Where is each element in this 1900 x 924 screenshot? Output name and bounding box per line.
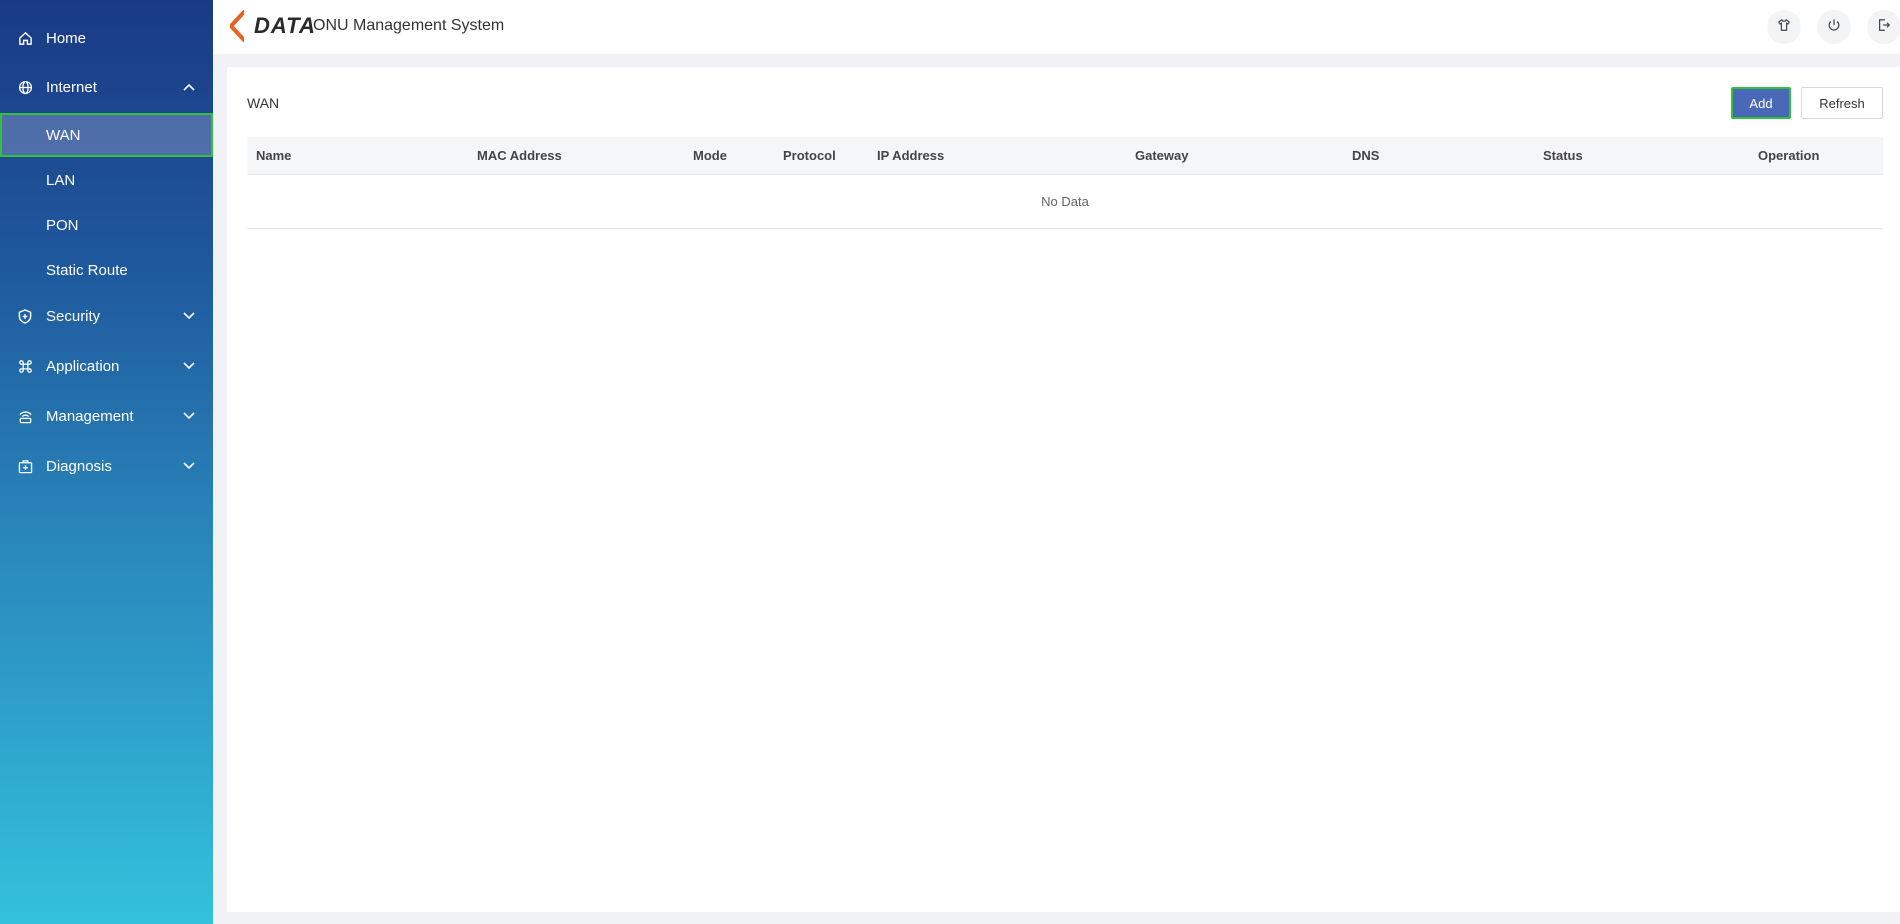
sidebar-item-management[interactable]: Management	[0, 394, 213, 438]
header: DATA ONU Management System	[213, 0, 1900, 54]
shirt-icon	[1777, 18, 1791, 37]
refresh-button[interactable]: Refresh	[1801, 87, 1883, 119]
sidebar-item-label: Management	[46, 407, 134, 425]
column-header-status: Status	[1543, 148, 1583, 163]
add-button[interactable]: Add	[1731, 87, 1791, 119]
sidebar-item-label: Security	[46, 307, 101, 325]
command-icon	[17, 358, 33, 374]
home-icon	[17, 30, 33, 46]
main-panel: WAN Add Refresh Name MAC Address Mode Pr…	[227, 67, 1900, 912]
power-icon	[1827, 18, 1841, 37]
sidebar-item-label: WAN	[46, 126, 81, 144]
column-header-name: Name	[256, 148, 292, 163]
sidebar-item-label: Application	[46, 357, 120, 375]
column-header-mode: Mode	[693, 148, 727, 163]
logout-icon	[1877, 18, 1891, 37]
sidebar-item-security[interactable]: Security	[0, 294, 213, 338]
sidebar-item-label: LAN	[46, 171, 76, 189]
column-header-operation: Operation	[1758, 148, 1820, 163]
column-header-gateway: Gateway	[1135, 148, 1189, 163]
sidebar-item-label: Diagnosis	[46, 457, 112, 475]
power-button[interactable]	[1817, 10, 1851, 44]
sidebar-subitem-lan[interactable]: LAN	[0, 158, 213, 202]
chevron-down-icon	[183, 460, 195, 472]
chevron-down-icon	[183, 310, 195, 322]
sidebar: Home Internet WAN LAN PON Static Route S…	[0, 0, 213, 924]
table-header: Name MAC Address Mode Protocol IP Addres…	[247, 137, 1883, 175]
sidebar-item-diagnosis[interactable]: Diagnosis	[0, 444, 213, 488]
table-empty-row: No Data	[247, 175, 1883, 229]
chevron-down-icon	[183, 410, 195, 422]
chevron-down-icon	[183, 360, 195, 372]
column-header-mac-address: MAC Address	[477, 148, 562, 163]
page-title: WAN	[247, 95, 280, 111]
sidebar-item-label: Home	[46, 29, 87, 47]
sidebar-item-label: PON	[46, 216, 79, 234]
empty-state-text: No Data	[1041, 194, 1089, 209]
sidebar-item-home[interactable]: Home	[0, 16, 213, 60]
globe-icon	[17, 79, 33, 95]
sidebar-item-internet[interactable]: Internet	[0, 65, 213, 109]
sidebar-item-label: Internet	[46, 78, 97, 96]
column-header-protocol: Protocol	[783, 148, 836, 163]
sidebar-item-application[interactable]: Application	[0, 344, 213, 388]
sidebar-subitem-static-route[interactable]: Static Route	[0, 248, 213, 292]
sidebar-item-label: Static Route	[46, 261, 128, 279]
column-header-dns: DNS	[1352, 148, 1380, 163]
chevron-up-icon	[183, 81, 195, 93]
column-header-ip-address: IP Address	[877, 148, 945, 163]
logo[interactable]: DATA	[230, 10, 316, 42]
logout-button[interactable]	[1867, 10, 1900, 44]
medkit-icon	[17, 458, 33, 474]
wan-table: Name MAC Address Mode Protocol IP Addres…	[247, 137, 1883, 229]
theme-button[interactable]	[1767, 10, 1801, 44]
sidebar-subitem-wan[interactable]: WAN	[0, 113, 213, 157]
app-title: ONU Management System	[313, 17, 505, 34]
shield-icon	[17, 308, 33, 324]
logo-text: DATA	[254, 13, 316, 38]
sidebar-subitem-pon[interactable]: PON	[0, 203, 213, 247]
management-icon	[17, 408, 33, 424]
